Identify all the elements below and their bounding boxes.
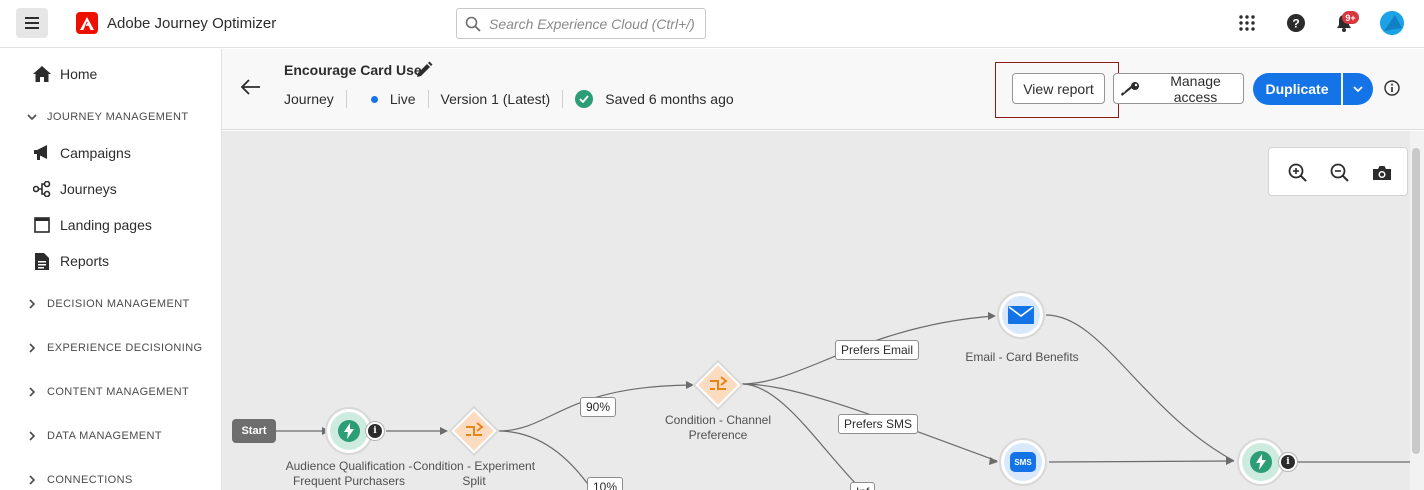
report-document-icon: [32, 251, 52, 271]
saved-status: Saved 6 months ago: [605, 91, 734, 107]
checkmark-circle-icon: [575, 90, 594, 108]
node-info-icon[interactable]: i: [1278, 452, 1298, 472]
split-icon: [466, 422, 484, 436]
nav-home-label: Home: [60, 66, 98, 82]
lightning-icon: [338, 420, 360, 442]
node-info-icon[interactable]: i: [365, 421, 385, 441]
nav-reports-label: Reports: [60, 253, 110, 269]
start-node[interactable]: Start: [232, 419, 276, 443]
sms-bubble-icon: SMS: [1010, 452, 1036, 472]
megaphone-icon: [32, 143, 52, 163]
hamburger-menu-icon[interactable]: [16, 8, 48, 38]
section-journey-management-label: JOURNEY MANAGEMENT: [47, 111, 189, 123]
divider: [345, 90, 347, 108]
edge-label-prefers-email: Prefers Email: [835, 340, 920, 360]
section-content-management[interactable]: CONTENT MANAGEMENT: [26, 386, 189, 398]
section-label: CONNECTIONS: [47, 474, 133, 486]
search-box[interactable]: [456, 8, 706, 39]
edge-label-prefers-sms: Prefers SMS: [838, 414, 919, 434]
zoom-in-icon[interactable]: [1287, 162, 1309, 184]
zoom-out-icon[interactable]: [1329, 162, 1351, 184]
section-journey-management[interactable]: JOURNEY MANAGEMENT: [26, 111, 188, 123]
nav-campaigns[interactable]: Campaigns: [32, 143, 131, 163]
chevron-right-icon: [26, 386, 38, 398]
divider: [427, 90, 429, 108]
adobe-logo-icon[interactable]: [76, 12, 98, 34]
back-arrow-icon[interactable]: [240, 78, 264, 100]
split-icon: [710, 376, 728, 390]
experiment-split-label: Condition - Experiment Split: [412, 459, 536, 488]
edge-label-partial: Inf: [850, 482, 876, 490]
left-navigation: Home JOURNEY MANAGEMENT Campaigns Journe…: [0, 49, 222, 490]
section-decision-management[interactable]: DECISION MANAGEMENT: [26, 298, 190, 310]
nav-landing-pages-label: Landing pages: [60, 217, 152, 233]
notification-badge: 9+: [1342, 11, 1359, 24]
section-label: CONTENT MANAGEMENT: [47, 386, 190, 398]
journey-version: Version 1 (Latest): [440, 91, 551, 107]
chevron-down-icon: [26, 111, 38, 123]
chevron-right-icon: [26, 342, 38, 354]
help-icon[interactable]: ?: [1286, 13, 1306, 33]
sms-node[interactable]: SMS: [999, 438, 1047, 486]
journey-canvas[interactable]: Start i Audience Qualification - Frequen…: [222, 131, 1410, 490]
top-bar: Adobe Journey Optimizer ? 9+: [0, 0, 1424, 48]
journey-type: Journey: [284, 91, 334, 107]
svg-text:?: ?: [1292, 17, 1299, 31]
divider: [562, 90, 564, 108]
search-icon: [465, 16, 481, 32]
view-report-button[interactable]: View report: [1012, 73, 1105, 104]
zoom-controls: [1268, 147, 1408, 196]
channel-preference-label: Condition - Channel Preference: [664, 413, 772, 442]
section-label: EXPERIENCE DECISIONING: [47, 342, 203, 354]
nav-reports[interactable]: Reports: [32, 251, 109, 271]
journey-header: Encourage Card Use Journey Live Version …: [222, 49, 1424, 130]
search-input[interactable]: [489, 15, 699, 32]
nav-journeys[interactable]: Journeys: [32, 179, 117, 199]
user-avatar[interactable]: [1380, 11, 1404, 35]
journey-status: Live: [389, 91, 416, 107]
nav-home[interactable]: Home: [32, 64, 97, 84]
manage-access-label: Manage access: [1170, 72, 1221, 105]
home-icon: [32, 64, 52, 84]
edge-label-10: 10%: [587, 477, 624, 490]
chevron-right-icon: [26, 298, 38, 310]
audience-qualification-label: Audience Qualification - Frequent Purcha…: [285, 459, 413, 488]
email-node-label: Email - Card Benefits: [965, 350, 1079, 364]
journey-connectors: [276, 312, 1410, 490]
key-icon: [1120, 81, 1140, 97]
section-label: DECISION MANAGEMENT: [47, 298, 190, 310]
section-connections[interactable]: CONNECTIONS: [26, 474, 133, 486]
journey-meta: Journey Live Version 1 (Latest) Saved 6 …: [284, 90, 734, 108]
manage-access-button[interactable]: Manage access: [1113, 72, 1244, 105]
app-switcher-grid-icon[interactable]: [1237, 13, 1257, 33]
section-data-management[interactable]: DATA MANAGEMENT: [26, 430, 162, 442]
chevron-right-icon: [26, 430, 38, 442]
email-envelope-icon: [1008, 306, 1034, 324]
nav-campaigns-label: Campaigns: [60, 145, 131, 161]
edit-pencil-icon[interactable]: [415, 61, 433, 79]
camera-screenshot-icon[interactable]: [1371, 162, 1393, 184]
lightning-icon: [1250, 451, 1272, 473]
chevron-right-icon: [26, 474, 38, 486]
nav-journeys-label: Journeys: [60, 181, 117, 197]
app-title[interactable]: Adobe Journey Optimizer: [107, 15, 276, 32]
email-node[interactable]: [997, 291, 1045, 339]
canvas-scrollbar-thumb[interactable]: [1412, 148, 1420, 454]
duplicate-button[interactable]: Duplicate: [1253, 73, 1341, 105]
edge-label-90: 90%: [580, 397, 617, 417]
duplicate-menu-chevron-icon[interactable]: [1343, 73, 1373, 105]
section-experience-decisioning[interactable]: EXPERIENCE DECISIONING: [26, 342, 203, 354]
live-status-dot-icon: [370, 95, 378, 103]
info-icon[interactable]: [1384, 80, 1400, 96]
journey-title: Encourage Card Use: [284, 62, 422, 78]
nav-landing-pages[interactable]: Landing pages: [32, 215, 152, 235]
journey-branch-icon: [32, 179, 52, 199]
section-label: DATA MANAGEMENT: [47, 430, 162, 442]
landing-page-icon: [32, 215, 52, 235]
